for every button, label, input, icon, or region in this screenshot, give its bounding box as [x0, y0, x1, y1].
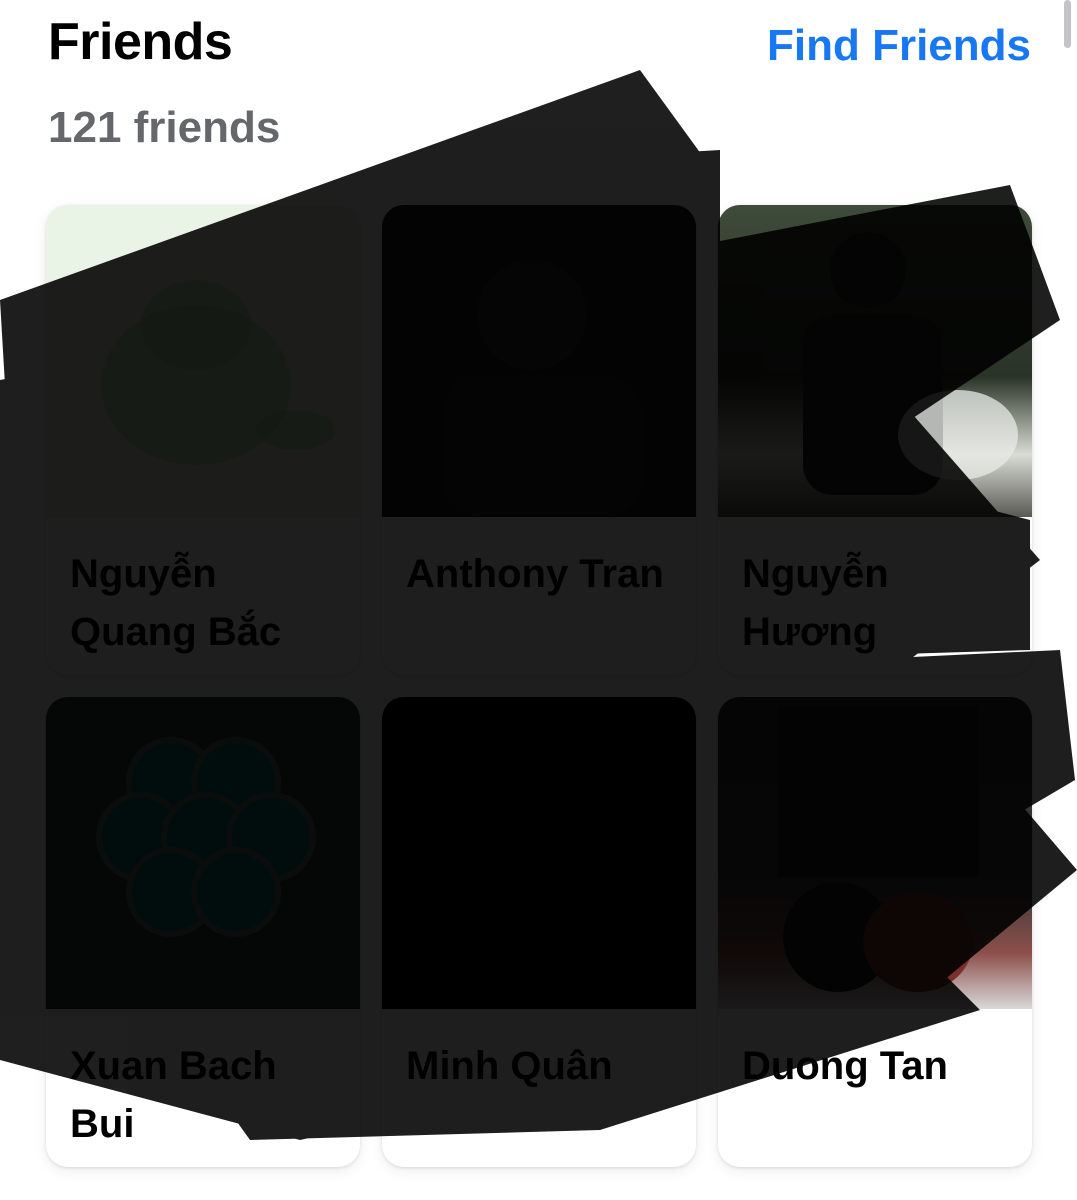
friends-grid: Nguyễn Quang Bắc Anthony Tran Nguyễn Hươ… — [46, 205, 1032, 1167]
friend-avatar — [718, 697, 1032, 1009]
friend-card[interactable]: Nguyễn Quang Bắc — [46, 205, 360, 675]
friend-count: 121 friends — [48, 103, 281, 152]
rings-logo-image — [96, 737, 316, 937]
outdoor-photo-image — [803, 232, 1018, 495]
friend-name: Nguyễn Quang Bắc — [70, 552, 282, 654]
friend-avatar — [718, 205, 1032, 517]
friends-page: Friends Find Friends 121 friends Nguyễn … — [0, 0, 1077, 1200]
friend-name: Anthony Tran — [406, 552, 664, 596]
friend-name: Duong Tan — [742, 1044, 948, 1088]
friend-avatar — [46, 205, 360, 517]
friend-card[interactable]: Anthony Tran — [382, 205, 696, 675]
friend-name: Nguyễn Hương — [742, 552, 889, 654]
friend-card[interactable]: Nguyễn Hương — [718, 205, 1032, 675]
scrollbar[interactable] — [1064, 0, 1071, 48]
friend-avatar — [46, 697, 360, 1009]
friend-avatar — [382, 697, 696, 1009]
friend-card[interactable]: Duong Tan — [718, 697, 1032, 1167]
friend-name: Xuan Bach Bui — [70, 1044, 277, 1146]
friend-card[interactable]: Xuan Bach Bui — [46, 697, 360, 1167]
friend-avatar — [382, 205, 696, 517]
friend-name: Minh Quân — [406, 1044, 613, 1088]
friend-card[interactable]: Minh Quân — [382, 697, 696, 1167]
page-title: Friends — [48, 13, 233, 71]
cartoon-avatar-image — [101, 280, 336, 465]
person-photo-image — [442, 260, 642, 517]
header: Friends Find Friends — [48, 10, 1031, 74]
find-friends-link[interactable]: Find Friends — [767, 14, 1031, 78]
group-photo-image — [778, 707, 978, 992]
